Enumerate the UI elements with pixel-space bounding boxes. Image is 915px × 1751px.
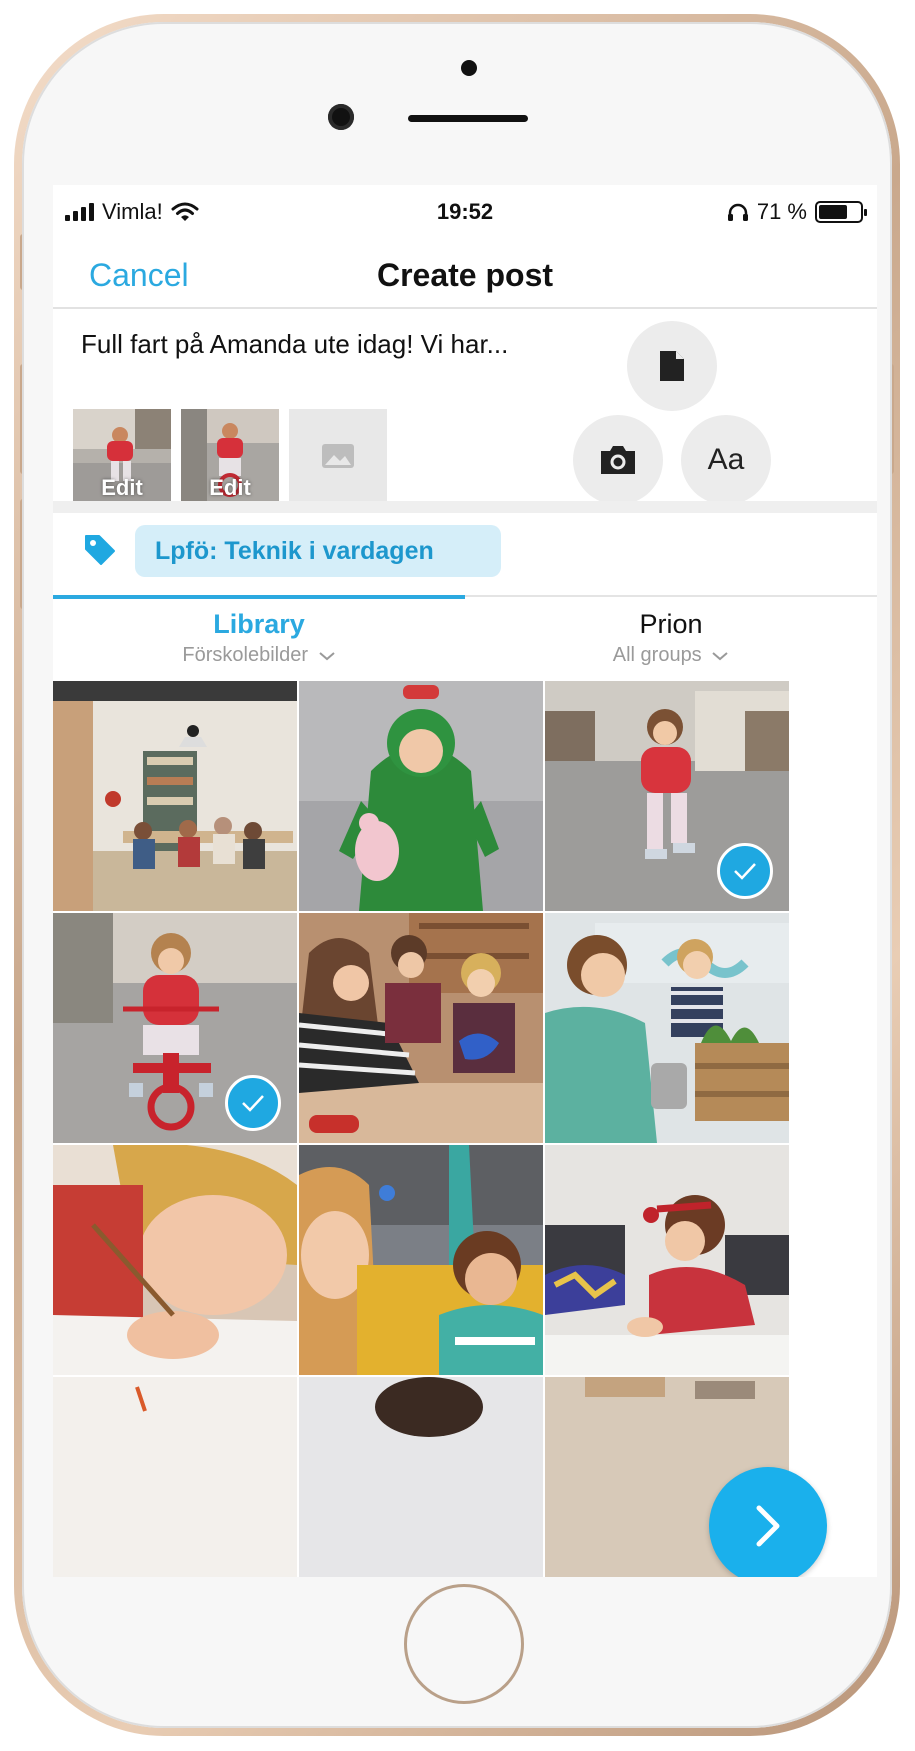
source-tabs: Library Förskolebilder Prion All groups: [53, 595, 877, 681]
attached-photo[interactable]: Edit: [73, 409, 171, 503]
checkmark-icon: [242, 1095, 264, 1112]
tag-chip[interactable]: Lpfö: Teknik i vardagen: [135, 525, 501, 577]
battery-percent: 71 %: [756, 199, 807, 224]
photo-tile[interactable]: [299, 1377, 543, 1577]
photo-tile[interactable]: [53, 681, 297, 911]
partial-photo: [53, 1377, 297, 1577]
partial-photo: [299, 1377, 543, 1577]
camera-button[interactable]: [573, 415, 663, 505]
tab-library[interactable]: Library Förskolebilder: [53, 609, 465, 667]
tag-icon: [85, 535, 115, 565]
selected-checkmark[interactable]: [717, 843, 773, 899]
photo-tile[interactable]: [299, 681, 543, 911]
post-text-field[interactable]: Full fart på Amanda ute idag! Vi har...: [81, 327, 521, 362]
post-composer: Full fart på Amanda ute idag! Vi har... …: [53, 309, 877, 521]
document-icon: [660, 351, 684, 381]
tab-label: Prion: [639, 609, 703, 639]
tab-subtitle[interactable]: Förskolebilder: [53, 644, 465, 667]
child-drawing-photo: [53, 1145, 297, 1375]
battery-fill: [819, 205, 848, 219]
girl-painting-photo: [545, 1145, 789, 1375]
chevron-down-icon: [318, 651, 335, 661]
children-raising-hands-photo: [299, 1145, 543, 1375]
image-placeholder-icon: [322, 444, 354, 468]
proximity-sensor: [461, 60, 477, 76]
photo-tile[interactable]: [299, 1145, 543, 1375]
tab-subtitle-text: All groups: [612, 644, 702, 666]
photo-tile[interactable]: [53, 913, 297, 1143]
tab-prion[interactable]: Prion All groups: [465, 609, 877, 667]
photo-tile[interactable]: [545, 913, 789, 1143]
tab-subtitle-text: Förskolebilder: [182, 644, 309, 666]
nav-bar: Cancel Create post: [53, 241, 877, 309]
checkmark-icon: [734, 863, 756, 880]
child-green-raincoat-photo: [299, 681, 543, 911]
headphones-icon: [727, 203, 748, 221]
children-gardening-photo: [545, 913, 789, 1143]
edit-photo-label[interactable]: Edit: [181, 475, 279, 501]
children-crafting-photo: [299, 913, 543, 1143]
status-bar: Vimla! 19:52 71 %: [53, 185, 877, 241]
tab-subtitle[interactable]: All groups: [465, 644, 877, 667]
section-divider: [53, 501, 877, 513]
app-screen: Vimla! 19:52 71 % Cancel Create post Ful…: [53, 185, 877, 1577]
chevron-down-icon: [712, 651, 728, 661]
next-button[interactable]: [709, 1467, 827, 1577]
text-format-button[interactable]: Aa: [681, 415, 771, 505]
home-button[interactable]: [404, 1584, 524, 1704]
photo-tile[interactable]: [545, 1145, 789, 1375]
photo-tile[interactable]: [299, 913, 543, 1143]
attached-photos: Edit Edit: [73, 409, 387, 503]
tab-label: Library: [213, 609, 305, 639]
front-camera: [328, 104, 354, 130]
earpiece-speaker: [408, 115, 528, 122]
photo-grid: [53, 681, 877, 1577]
attach-document-button[interactable]: [627, 321, 717, 411]
camera-icon: [601, 446, 635, 474]
photo-tile[interactable]: [53, 1145, 297, 1375]
edit-photo-label[interactable]: Edit: [73, 475, 171, 501]
selected-checkmark[interactable]: [225, 1075, 281, 1131]
chevron-right-icon: [756, 1505, 780, 1547]
battery-icon: [815, 201, 867, 223]
active-tab-indicator: [53, 595, 465, 599]
attached-photo[interactable]: Edit: [181, 409, 279, 503]
photo-tile[interactable]: [53, 1377, 297, 1577]
page-title: Create post: [376, 257, 554, 293]
tag-row: Lpfö: Teknik i vardagen: [53, 513, 877, 595]
photo-tile[interactable]: [545, 681, 789, 911]
add-photo-button[interactable]: [289, 409, 387, 503]
classroom-photo: [53, 681, 297, 911]
